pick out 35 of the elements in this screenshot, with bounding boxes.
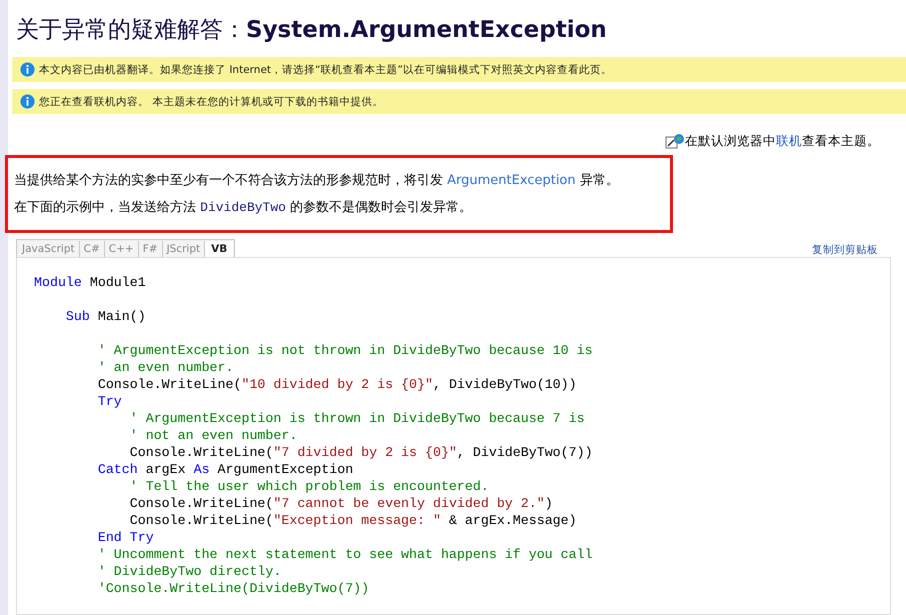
copy-to-clipboard-link[interactable]: 复制到剪贴板 — [812, 243, 878, 257]
code-line: ' DivideByTwo directly. — [96, 563, 282, 580]
online-link[interactable]: 联机 — [776, 133, 802, 148]
info-icon — [20, 94, 35, 109]
code-line: ' Tell the user which problem is encountered. — [128, 478, 490, 495]
language-tab[interactable]: C# — [80, 241, 105, 257]
page-title: 关于异常的疑难解答：System.ArgumentException — [16, 16, 608, 45]
code-line: ' not an even number. — [128, 427, 298, 444]
language-tab[interactable]: JScript — [162, 241, 206, 257]
language-tab[interactable]: VB — [205, 241, 234, 257]
language-tab[interactable]: C++ — [104, 241, 139, 257]
notice-text: 本文内容已由机器翻译。如果您连接了 Internet，请选择“联机查看本主题”以在可编辑模式下对照英文内容查看此页。 — [39, 62, 612, 76]
code-line: Sub Main() — [64, 308, 147, 325]
code-line: Console.WriteLine("10 divided by 2 is {0}", DivideByTwo(10)) — [96, 376, 578, 393]
code-line: Console.WriteLine("7 divided by 2 is {0}", DivideByTwo(7)) — [128, 444, 594, 461]
code-line: Console.WriteLine("7 cannot be evenly divided by 2.") — [128, 495, 554, 512]
notice-text: 您正在查看联机内容。 本主题未在您的计算机或可下载的书籍中提供。 — [39, 94, 384, 108]
argument-exception-link[interactable]: ArgumentException — [447, 173, 576, 188]
code-line: ' ArgumentException is thrown in DivideByTwo because 7 is — [128, 410, 586, 427]
description-text: 在下面的示例中，当发送给方法 DivideByTwo 的参数不是偶数时会引发异常。 — [14, 199, 474, 217]
code-line: ' an even number. — [96, 359, 234, 376]
code-line: Console.WriteLine("Exception message: " & argEx.Message) — [128, 512, 578, 529]
code-line: Catch argEx As ArgumentException — [96, 461, 354, 478]
code-line: End Try — [96, 529, 155, 546]
view-online-text: 在默认浏览器中联机查看本主题。 — [685, 133, 880, 150]
language-tab[interactable]: JavaScript — [18, 241, 80, 257]
browser-globe-icon — [665, 134, 685, 150]
code-line: ' Uncomment the next statement to see what happens if you call — [96, 546, 594, 563]
description-text: 当提供给某个方法的实参中至少有一个不符合该方法的形参规范时，将引发 ArgumentException 异常。 — [14, 172, 620, 190]
code-line: Module Module1 — [34, 274, 147, 291]
language-tab[interactable]: F# — [138, 241, 163, 257]
info-icon — [20, 62, 35, 77]
code-line: 'Console.WriteLine(DivideByTwo(7)) — [96, 580, 370, 597]
code-line: ' ArgumentException is not thrown in DivideByTwo because 10 is — [96, 342, 594, 359]
code-line: Try — [96, 393, 123, 410]
